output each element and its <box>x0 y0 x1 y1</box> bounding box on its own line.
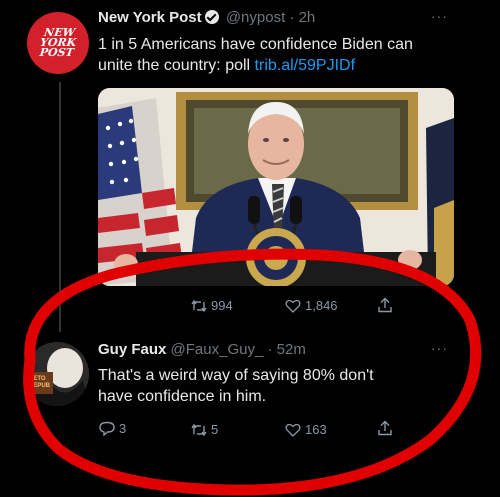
reply-like-button[interactable]: 163 <box>285 422 327 437</box>
retweet-button[interactable]: 994 <box>191 298 233 313</box>
verified-badge-icon <box>204 10 219 24</box>
guy-faux-avatar-image <box>25 342 89 406</box>
author-name[interactable]: New York Post <box>98 9 202 26</box>
reply-author-handle[interactable]: @Faux_Guy_ <box>171 341 264 358</box>
reply-text: That's a weird way of saying 80% don't h… <box>98 365 458 407</box>
reply-count: 3 <box>119 421 127 436</box>
tweet-photo[interactable] <box>98 88 454 286</box>
more-icon[interactable]: ··· <box>431 8 448 24</box>
like-count: 1,846 <box>305 298 338 313</box>
reply-like-count: 163 <box>305 422 327 437</box>
heart-icon <box>285 423 301 437</box>
like-button[interactable]: 1,846 <box>285 298 338 313</box>
heart-icon <box>285 299 301 313</box>
reply-text-line-2: have confidence in him. <box>98 388 267 405</box>
reply-button[interactable]: 3 <box>99 421 126 436</box>
reply-header: Guy Faux @Faux_Guy_ · 52m <box>98 341 306 358</box>
biden-podium-photo <box>98 88 454 286</box>
share-icon <box>378 420 392 436</box>
tweet-text: 1 in 5 Americans have confidence Biden c… <box>98 36 413 74</box>
share-icon <box>378 297 392 313</box>
retweet-icon <box>191 423 207 436</box>
avatar-badge-text: RETO REPUB <box>29 376 51 389</box>
reply-retweet-button[interactable]: 5 <box>191 422 218 437</box>
reply-icon <box>99 421 115 436</box>
guy-faux-avatar[interactable]: RETO REPUB <box>25 342 89 406</box>
reply-more-icon[interactable]: ··· <box>431 340 448 356</box>
tweet-time[interactable]: 2h <box>299 9 316 26</box>
reply-time[interactable]: 52m <box>277 341 306 358</box>
reply-retweet-count: 5 <box>211 422 219 437</box>
thread-line <box>59 82 61 332</box>
retweet-count: 994 <box>211 298 233 313</box>
share-button[interactable] <box>378 297 392 313</box>
tweet-header: New York Post @nypost · 2h <box>98 9 316 26</box>
reply-text-line-1: That's a weird way of saying 80% don't <box>98 367 374 384</box>
tweet-link[interactable]: trib.al/59PJIDf <box>255 57 355 74</box>
nypost-avatar[interactable]: NEW YORK POST <box>27 12 89 74</box>
retweet-icon <box>191 299 207 312</box>
author-handle[interactable]: @nypost <box>226 9 285 26</box>
nypost-logo: NEW YORK POST <box>38 26 78 59</box>
reply-share-button[interactable] <box>378 420 392 436</box>
reply-author-name[interactable]: Guy Faux <box>98 341 166 358</box>
